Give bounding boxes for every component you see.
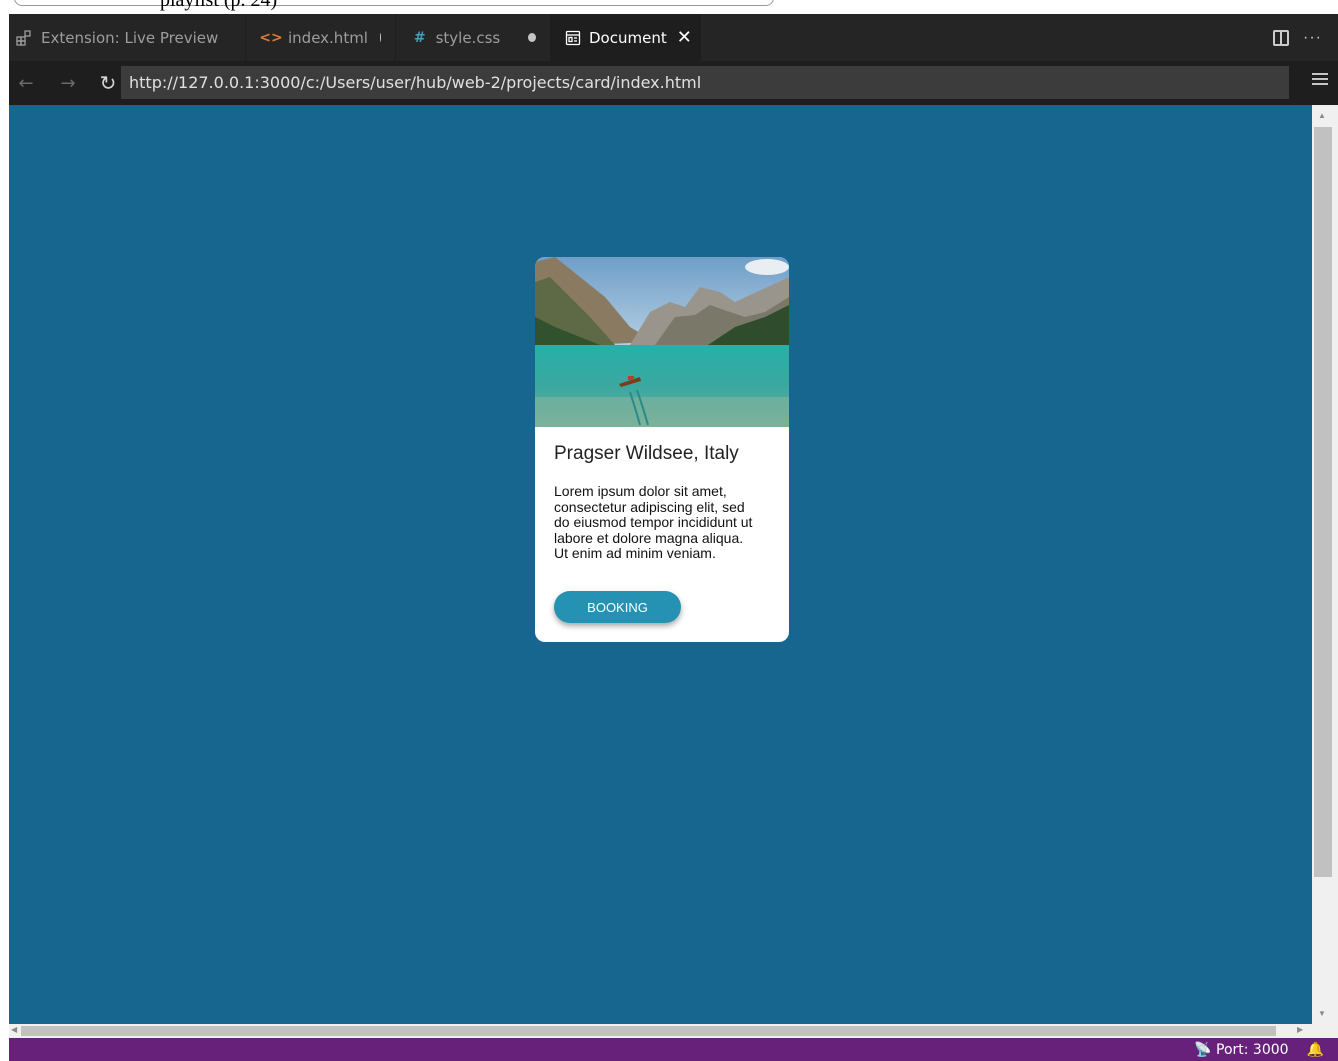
horizontal-scroll-thumb[interactable] — [21, 1026, 1276, 1036]
modified-dot-icon[interactable] — [379, 33, 381, 42]
more-actions-icon[interactable]: ··· — [1303, 29, 1322, 47]
html-file-icon: <> — [259, 29, 283, 46]
status-bar: 📡 Port: 3000 🔔 — [9, 1038, 1338, 1061]
card-title: Pragser Wildsee, Italy — [554, 443, 739, 464]
vscode-window: Extension: Live Preview <> index.html # … — [9, 14, 1338, 1061]
booking-button[interactable]: BOOKING — [554, 591, 681, 623]
background-window-box — [14, 0, 774, 6]
css-file-icon: # — [413, 29, 426, 46]
split-editor-icon[interactable] — [1273, 29, 1290, 46]
tab-label: style.css — [435, 28, 501, 47]
card-description: Lorem ipsum dolor sit amet, consectetur … — [554, 483, 753, 561]
forward-button[interactable]: → — [51, 73, 85, 94]
tab-label: Extension: Live Preview — [41, 28, 219, 47]
tab-extension-live-preview[interactable]: Extension: Live Preview — [9, 14, 246, 61]
notification-bell-icon[interactable]: 🔔 — [1307, 1042, 1324, 1058]
back-button[interactable]: ← — [9, 73, 43, 94]
close-icon[interactable]: ✕ — [677, 27, 692, 48]
scroll-up-icon[interactable]: ▲ — [1318, 111, 1326, 120]
port-status[interactable]: 📡 Port: 3000 — [1194, 1042, 1288, 1058]
port-label: Port: 3000 — [1216, 1041, 1289, 1058]
reload-button[interactable]: ↻ — [91, 71, 125, 95]
scroll-down-icon[interactable]: ▼ — [1318, 1009, 1326, 1018]
extensions-icon — [15, 29, 33, 47]
browser-nav-bar: ← → ↻ http://127.0.0.1:3000/c:/Users/use… — [9, 61, 1338, 105]
url-input[interactable]: http://127.0.0.1:3000/c:/Users/user/hub/… — [121, 66, 1289, 99]
vertical-scrollbar[interactable]: ▲ ▼ — [1312, 105, 1338, 1024]
scroll-right-icon[interactable]: ▶ — [1297, 1025, 1303, 1034]
background-window-text: playlist (p. 24) — [160, 0, 278, 11]
tab-style-css[interactable]: # style.css — [396, 14, 551, 61]
scroll-left-icon[interactable]: ◀ — [11, 1025, 17, 1034]
card: Pragser Wildsee, Italy Lorem ipsum dolor… — [535, 257, 789, 642]
left-gutter — [0, 14, 9, 1061]
tab-label: index.html — [288, 28, 368, 47]
broadcast-icon: 📡 — [1194, 1041, 1212, 1058]
preview-icon — [565, 29, 581, 47]
tab-index-html[interactable]: <> index.html — [246, 14, 396, 61]
horizontal-scrollbar[interactable]: ◀ ▶ — [9, 1024, 1338, 1038]
tab-actions: ··· — [1273, 14, 1338, 61]
menu-icon[interactable] — [1312, 73, 1328, 89]
preview-viewport: Pragser Wildsee, Italy Lorem ipsum dolor… — [9, 105, 1312, 1024]
background-window-sliver: playlist (p. 24) — [0, 0, 1338, 14]
modified-dot-icon[interactable] — [528, 33, 536, 42]
tab-document[interactable]: Document ✕ — [551, 14, 701, 61]
card-image — [535, 257, 789, 427]
vertical-scroll-thumb[interactable] — [1314, 127, 1332, 877]
tab-label: Document — [589, 28, 667, 47]
tab-bar: Extension: Live Preview <> index.html # … — [9, 14, 1338, 61]
